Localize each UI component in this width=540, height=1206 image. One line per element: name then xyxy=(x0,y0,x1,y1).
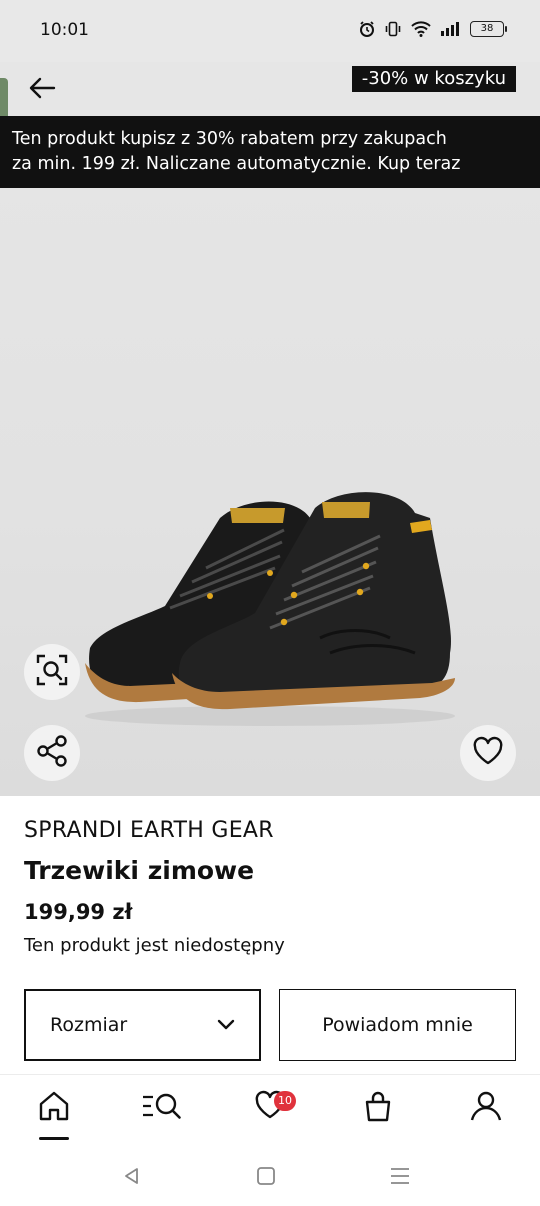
menu-lines-icon xyxy=(389,1166,411,1190)
nav-favorites[interactable]: 10 xyxy=(240,1089,300,1139)
home-icon xyxy=(37,1089,71,1139)
product-image xyxy=(70,478,470,728)
system-nav xyxy=(0,1150,540,1206)
triangle-back-icon xyxy=(122,1166,142,1190)
system-recents-button[interactable] xyxy=(384,1162,416,1194)
search-list-icon xyxy=(141,1089,183,1139)
wifi-icon xyxy=(410,20,432,38)
promo-banner-line2: za min. 199 zł. Naliczane automatycznie.… xyxy=(12,154,461,174)
zoom-scan-icon xyxy=(35,653,69,691)
nav-search[interactable] xyxy=(132,1089,192,1139)
share-button[interactable] xyxy=(24,725,80,781)
status-icons: 38 xyxy=(358,20,507,38)
heart-icon xyxy=(472,736,504,770)
system-back-button[interactable] xyxy=(116,1162,148,1194)
nav-cart[interactable] xyxy=(348,1089,408,1139)
nav-home[interactable] xyxy=(24,1089,84,1140)
size-select[interactable]: Rozmiar xyxy=(24,989,261,1061)
shopping-bag-icon xyxy=(363,1089,393,1139)
promo-banner[interactable]: Ten produkt kupisz z 30% rabatem przy za… xyxy=(0,116,540,188)
product-name: Trzewiki zimowe xyxy=(24,856,255,885)
product-price: 199,99 zł xyxy=(24,900,133,924)
user-icon xyxy=(469,1089,503,1139)
square-home-icon xyxy=(256,1166,276,1190)
promo-banner-line1: Ten produkt kupisz z 30% rabatem przy za… xyxy=(12,129,447,149)
availability-status: Ten produkt jest niedostępny xyxy=(24,935,285,956)
chevron-down-icon xyxy=(217,1016,235,1035)
size-select-label: Rozmiar xyxy=(50,1014,128,1036)
system-home-button[interactable] xyxy=(250,1162,282,1194)
back-button[interactable] xyxy=(22,70,62,110)
favorite-button[interactable] xyxy=(460,725,516,781)
promo-badge: -30% w koszyku xyxy=(351,66,516,92)
status-time: 10:01 xyxy=(40,20,89,40)
vibrate-icon xyxy=(384,20,402,38)
alarm-icon xyxy=(358,20,376,38)
active-indicator xyxy=(39,1137,69,1140)
signal-icon xyxy=(440,20,462,38)
battery-icon: 38 xyxy=(470,21,507,37)
status-bar: 10:01 38 xyxy=(0,0,540,62)
bottom-nav: 10 xyxy=(0,1074,540,1150)
share-icon xyxy=(35,734,69,772)
notify-button[interactable]: Powiadom mnie xyxy=(279,989,516,1061)
product-brand[interactable]: SPRANDI EARTH GEAR xyxy=(24,818,274,843)
nav-account[interactable] xyxy=(456,1089,516,1139)
zoom-button[interactable] xyxy=(24,644,80,700)
favorites-count-badge: 10 xyxy=(274,1091,296,1111)
arrow-left-icon xyxy=(28,76,56,104)
